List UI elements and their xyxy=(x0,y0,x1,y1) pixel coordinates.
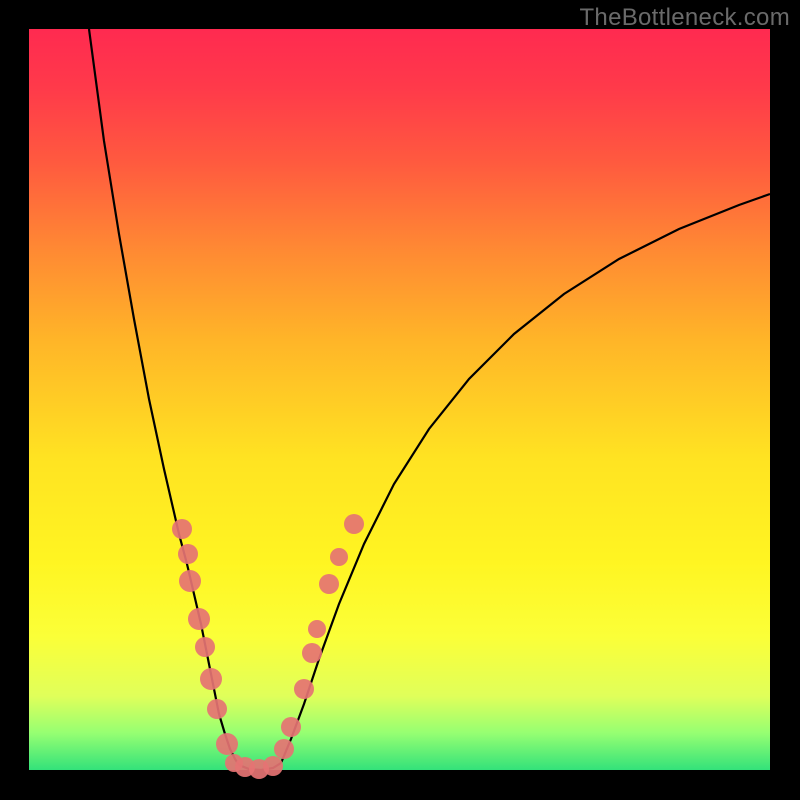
data-point xyxy=(294,679,314,699)
data-point xyxy=(344,514,364,534)
data-point xyxy=(178,544,198,564)
watermark-text: TheBottleneck.com xyxy=(579,4,790,32)
data-point xyxy=(302,643,322,663)
data-point xyxy=(281,717,301,737)
curve-left-branch xyxy=(89,29,239,765)
data-point xyxy=(200,668,222,690)
data-point xyxy=(330,548,348,566)
data-point xyxy=(179,570,201,592)
data-point xyxy=(216,733,238,755)
chart-svg xyxy=(29,29,770,770)
data-point xyxy=(274,739,294,759)
data-point xyxy=(319,574,339,594)
data-point xyxy=(207,699,227,719)
data-point xyxy=(172,519,192,539)
curve-right-branch xyxy=(281,194,770,763)
data-point xyxy=(263,756,283,776)
data-point xyxy=(308,620,326,638)
scatter-dots xyxy=(172,514,364,779)
data-point xyxy=(195,637,215,657)
data-point xyxy=(188,608,210,630)
